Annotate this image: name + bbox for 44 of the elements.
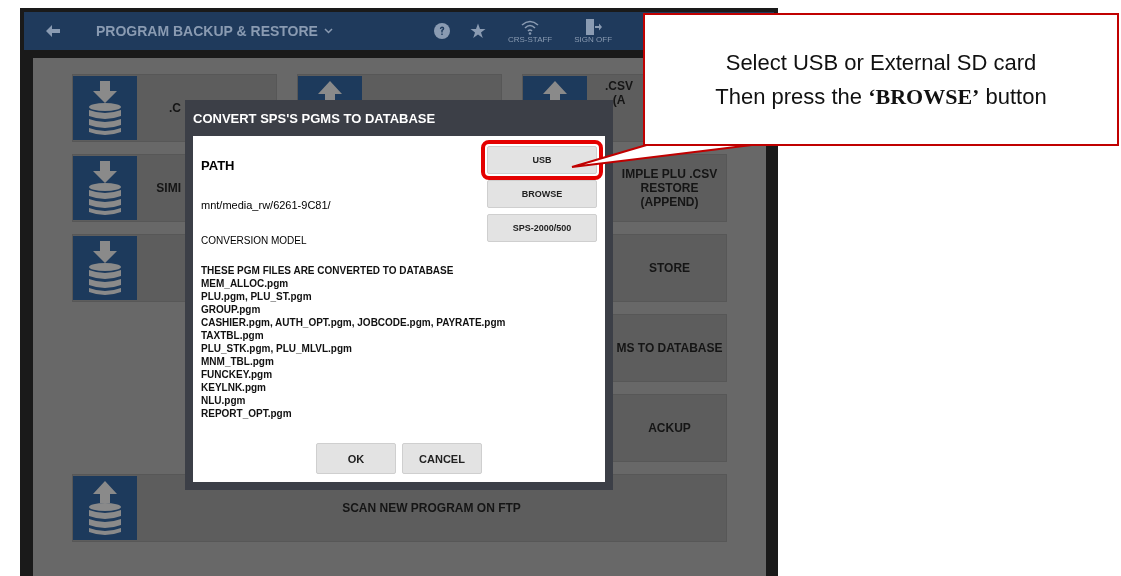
file-name: TAXTBL.pgm	[201, 329, 265, 342]
help-icon[interactable]	[433, 23, 450, 39]
star-icon[interactable]	[469, 23, 486, 39]
file-name: REPORT_OPT.pgm	[201, 407, 293, 420]
tile-label: STORE	[648, 261, 691, 275]
wifi-icon	[521, 18, 540, 35]
tile-label: (APPEND)	[640, 195, 699, 209]
tile-label: SIMI	[156, 181, 181, 195]
side-button[interactable]: BROWSE	[487, 180, 597, 208]
tile-label: RESTORE	[640, 181, 699, 195]
tile-label: (A	[612, 93, 626, 107]
conversion-model-label: CONVERSION MODEL	[201, 235, 308, 246]
download-database-icon	[73, 235, 137, 301]
upload-database-icon	[73, 475, 137, 541]
download-database-icon	[73, 75, 137, 141]
tile-label: ACKUP	[648, 421, 691, 435]
screen-title[interactable]: PROGRAM BACKUP & RESTORE	[96, 23, 318, 39]
tile-label: .CSV	[605, 79, 633, 93]
dialog-button[interactable]: CANCEL	[402, 443, 482, 474]
chevron-down-icon[interactable]	[323, 28, 333, 34]
file-name: NLU.pgm	[201, 394, 247, 407]
exit-door-icon[interactable]	[584, 18, 603, 35]
status-label: CRS-STAFF	[507, 34, 553, 44]
file-name: KEYLNK.pgm	[201, 381, 267, 394]
download-database-icon	[73, 155, 137, 221]
tile-label: .C	[169, 101, 181, 115]
files-heading: THESE PGM FILES ARE CONVERTED TO DATABASE	[201, 264, 455, 277]
path-label: PATH	[201, 158, 236, 173]
side-button[interactable]: SPS-2000/500	[487, 214, 597, 242]
file-name: MNM_TBL.pgm	[201, 355, 275, 368]
file-name: CASHIER.pgm, AUTH_OPT.pgm, JOBCODE.pgm, PAYRATE.pgm	[201, 316, 507, 329]
dialog-button[interactable]: OK	[316, 443, 396, 474]
callout-text: Then press the ‘BROWSE’ button	[715, 83, 1047, 110]
file-name: MEM_ALLOC.pgm	[201, 277, 290, 290]
tile-label: MS TO DATABASE	[616, 341, 723, 355]
callout-text: Select USB or External SD card	[725, 49, 1037, 76]
file-name: PLU.pgm, PLU_ST.pgm	[201, 290, 313, 303]
back-arrow-icon[interactable]	[46, 25, 60, 37]
file-name: GROUP.pgm	[201, 303, 262, 316]
file-name: PLU_STK.pgm, PLU_MLVL.pgm	[201, 342, 353, 355]
file-name: FUNCKEY.pgm	[201, 368, 274, 381]
status-label: SIGN OFF	[574, 34, 613, 44]
tile-label: IMPLE PLU .CSV	[621, 167, 718, 181]
tile-label: SCAN NEW PROGRAM ON FTP	[342, 501, 521, 515]
